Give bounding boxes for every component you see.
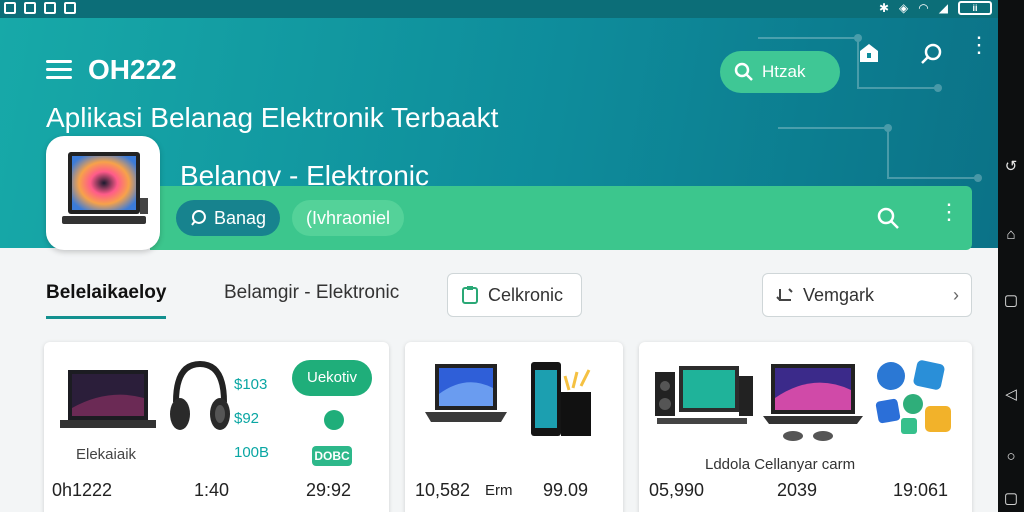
recents-icon[interactable]: ▢ — [1002, 490, 1020, 508]
app-subtitle: Aplikasi Belanag Elektronik Terbaakt — [46, 102, 499, 133]
chevron-right-icon: › — [953, 284, 959, 305]
search-icon[interactable] — [876, 206, 900, 230]
card-value: 0h1222 — [52, 480, 113, 500]
laptop-image — [60, 370, 156, 428]
status-bar: ✱ ◈ ◠ ◢ ii — [0, 0, 998, 18]
card-label: Elekaiaik — [76, 446, 137, 463]
product-card[interactable]: $103 $92 100B Uekotiv DOBC Elekaiaik 0h1… — [44, 342, 389, 512]
search-pill-button[interactable]: Htzak — [720, 51, 840, 93]
filter-button[interactable]: Celkronic — [447, 273, 582, 317]
battery-icon: ii — [958, 1, 992, 15]
signal-icon: ◢ — [938, 1, 948, 15]
laptop-image — [425, 364, 507, 422]
search-icon — [734, 62, 753, 81]
product-card[interactable]: 10,582 Erm 99.09 — [405, 342, 623, 512]
tab-bar: Belelaikaeloy Belamgir - Elektronic Celk… — [0, 262, 998, 322]
card-label: Lddola Cellanyar carm — [705, 456, 856, 473]
sort-button[interactable]: Vemgark › — [762, 273, 972, 317]
wifi-icon: ◠ — [918, 1, 929, 15]
tab-elektronic[interactable]: Belamgir - Elektronic — [224, 282, 399, 304]
category-filter-bar: Banag (Ivhraoniel ⋮ — [150, 186, 972, 250]
phone-device-image — [531, 362, 591, 436]
leaf-icon — [324, 410, 344, 430]
price-label: 100B — [234, 444, 270, 461]
recents-icon[interactable]: ▢ — [1002, 292, 1020, 310]
notification-icon — [24, 2, 36, 14]
search-pill-label: Htzak — [762, 62, 806, 81]
home-icon[interactable] — [858, 42, 880, 64]
home-icon[interactable]: ○ — [1002, 448, 1020, 466]
clipboard-icon — [462, 286, 478, 304]
app-title: OH222 — [88, 54, 177, 85]
laptop-image — [763, 364, 863, 441]
card-value: 99.09 — [543, 480, 589, 500]
card-value: 2039 — [777, 480, 818, 500]
product-card[interactable]: Lddola Cellanyar carm 05,990 2039 19:061 — [639, 342, 972, 512]
vibrate-icon: ◈ — [899, 1, 909, 15]
more-vertical-icon[interactable]: ⋮ — [968, 34, 990, 56]
card-value: 10,582 — [415, 480, 471, 500]
app-icons-image — [875, 360, 951, 434]
card-value: 1:40 — [194, 480, 230, 500]
headphones-image — [170, 360, 230, 430]
search-icon[interactable] — [920, 42, 944, 66]
sort-icon — [776, 288, 793, 301]
notification-icon — [4, 2, 16, 14]
bluetooth-icon: ✱ — [878, 1, 890, 15]
price-label: $92 — [234, 410, 260, 427]
more-vertical-icon[interactable]: ⋮ — [938, 201, 960, 223]
search-icon — [191, 210, 206, 226]
rotate-icon[interactable]: ↺ — [1002, 158, 1020, 176]
filter-button-label: Celkronic — [488, 284, 564, 305]
product-thumbnail[interactable] — [46, 136, 160, 250]
card-value: Erm — [485, 482, 513, 499]
back-icon[interactable]: ◁ — [1002, 386, 1020, 404]
price-label: $103 — [234, 376, 268, 393]
app-screen: ✱ ◈ ◠ ◢ ii OH222 Aplikasi Belanag Elektr… — [0, 0, 998, 512]
card-badge: Uekotiv — [292, 360, 372, 396]
tab-belelaikaeloy[interactable]: Belelaikaeloy — [46, 282, 167, 319]
notification-icon — [64, 2, 76, 14]
menu-icon[interactable] — [46, 60, 72, 80]
chip-banag[interactable]: Banag — [176, 200, 280, 236]
audio-system-image — [655, 366, 753, 424]
laptop-image — [62, 152, 148, 224]
chip-elektronik[interactable]: (Ivhraoniel — [292, 200, 404, 236]
system-navigation-bar: ↺ ⌂ ▢ ◁ ○ ▢ — [998, 0, 1024, 512]
card-value: 29:92 — [306, 480, 352, 500]
card-value: 19:061 — [893, 480, 949, 500]
home-icon[interactable]: ⌂ — [1002, 226, 1020, 244]
chip-label: (Ivhraoniel — [306, 207, 391, 228]
chip-label: Banag — [213, 207, 266, 228]
notification-icon — [44, 2, 56, 14]
sort-button-label: Vemgark — [803, 284, 875, 305]
card-value: 05,990 — [649, 480, 705, 500]
card-small-badge: DOBC — [312, 446, 352, 466]
